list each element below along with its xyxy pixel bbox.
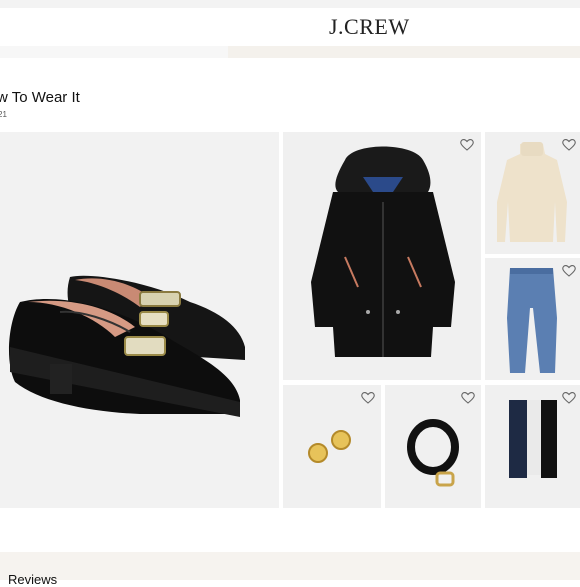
- parka-coat-icon: [311, 146, 455, 357]
- product-tile-jeans[interactable]: [485, 258, 580, 380]
- section-subtitle: 21: [0, 110, 7, 119]
- product-tile-parka[interactable]: [283, 132, 481, 380]
- brand-logo[interactable]: J.CREW: [329, 14, 410, 40]
- heart-icon[interactable]: [460, 138, 474, 151]
- section-title: w To Wear It: [0, 89, 80, 106]
- site-header: J.CREW: [0, 8, 580, 46]
- heart-icon[interactable]: [562, 264, 576, 277]
- product-tile-earrings[interactable]: [283, 385, 381, 508]
- header-band: [0, 46, 580, 58]
- heart-icon[interactable]: [562, 391, 576, 404]
- heart-icon[interactable]: [562, 138, 576, 151]
- loafers-icon: [8, 275, 246, 417]
- heart-icon[interactable]: [461, 391, 475, 404]
- top-strip: [0, 0, 580, 8]
- band-segment: [0, 46, 228, 58]
- product-tile-socks[interactable]: [485, 385, 580, 508]
- product-tile-belt[interactable]: [385, 385, 481, 508]
- product-tile-loafers[interactable]: [0, 132, 279, 508]
- heart-icon[interactable]: [361, 391, 375, 404]
- product-tile-sweater[interactable]: [485, 132, 580, 254]
- bottom-band: [0, 552, 580, 580]
